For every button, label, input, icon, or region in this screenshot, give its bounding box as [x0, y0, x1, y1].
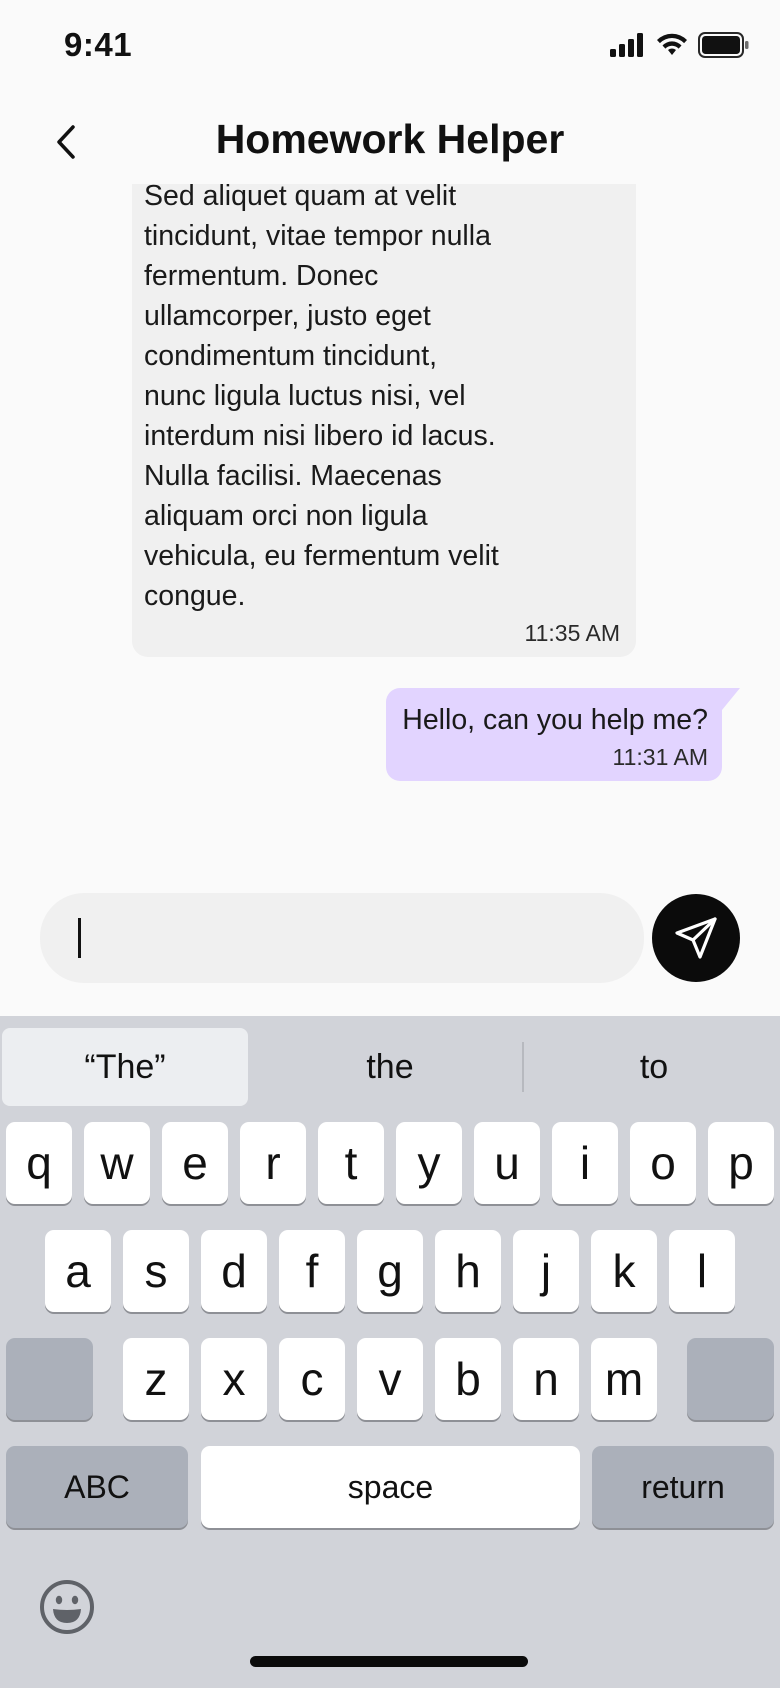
- wifi-icon: [657, 33, 687, 55]
- key-t[interactable]: t: [318, 1122, 384, 1204]
- key-v[interactable]: v: [357, 1338, 423, 1420]
- chat-area[interactable]: consectetur adipiscing elit. Sed aliquet…: [0, 184, 780, 874]
- message-input[interactable]: [40, 893, 644, 983]
- received-message-bubble: consectetur adipiscing elit. Sed aliquet…: [132, 184, 636, 657]
- key-c[interactable]: c: [279, 1338, 345, 1420]
- key-b[interactable]: b: [435, 1338, 501, 1420]
- key-u[interactable]: u: [474, 1122, 540, 1204]
- key-m[interactable]: m: [591, 1338, 657, 1420]
- sent-message-text: Hello, can you help me?: [402, 704, 708, 736]
- abc-key[interactable]: ABC: [6, 1446, 188, 1528]
- page-title: Homework Helper: [215, 116, 565, 162]
- return-key[interactable]: return: [592, 1446, 774, 1528]
- key-s[interactable]: s: [123, 1230, 189, 1312]
- received-message-text: consectetur adipiscing elit. Sed aliquet…: [144, 184, 499, 612]
- bubble-tail: [722, 688, 740, 710]
- suggestion-2[interactable]: the: [262, 1028, 518, 1106]
- key-p[interactable]: p: [708, 1122, 774, 1204]
- key-n[interactable]: n: [513, 1338, 579, 1420]
- key-r[interactable]: r: [240, 1122, 306, 1204]
- header: Homework Helper: [0, 100, 780, 184]
- status-bar: 9:41: [0, 0, 780, 92]
- suggestion-divider: [522, 1042, 524, 1092]
- key-k[interactable]: k: [591, 1230, 657, 1312]
- send-icon: [675, 917, 717, 959]
- received-message-time: 11:35 AM: [524, 620, 620, 646]
- sent-message-bubble: Hello, can you help me? 11:31 AM: [386, 688, 740, 781]
- shift-key[interactable]: [6, 1338, 93, 1420]
- send-button[interactable]: [652, 894, 740, 982]
- sent-message-time: 11:31 AM: [612, 744, 708, 770]
- key-y[interactable]: y: [396, 1122, 462, 1204]
- key-x[interactable]: x: [201, 1338, 267, 1420]
- key-d[interactable]: d: [201, 1230, 267, 1312]
- key-q[interactable]: q: [6, 1122, 72, 1204]
- key-z[interactable]: z: [123, 1338, 189, 1420]
- key-e[interactable]: e: [162, 1122, 228, 1204]
- key-i[interactable]: i: [552, 1122, 618, 1204]
- space-key[interactable]: space: [201, 1446, 580, 1528]
- key-a[interactable]: a: [45, 1230, 111, 1312]
- home-indicator: [250, 1656, 528, 1667]
- delete-key[interactable]: [687, 1338, 774, 1420]
- suggestion-1[interactable]: “The”: [2, 1028, 248, 1106]
- suggestion-3[interactable]: to: [528, 1028, 780, 1106]
- key-h[interactable]: h: [435, 1230, 501, 1312]
- emoji-icon: [40, 1580, 94, 1634]
- keyboard: “The” the to q w e r t y u i o p a s d f…: [0, 1016, 780, 1688]
- key-w[interactable]: w: [84, 1122, 150, 1204]
- status-icons: [610, 32, 750, 58]
- key-j[interactable]: j: [513, 1230, 579, 1312]
- text-caret: [78, 918, 81, 958]
- key-o[interactable]: o: [630, 1122, 696, 1204]
- emoji-button[interactable]: [38, 1578, 96, 1636]
- battery-icon: [698, 32, 749, 58]
- status-time: 9:41: [64, 26, 133, 63]
- key-f[interactable]: f: [279, 1230, 345, 1312]
- cellular-signal-icon: [610, 33, 643, 57]
- key-l[interactable]: l: [669, 1230, 735, 1312]
- key-g[interactable]: g: [357, 1230, 423, 1312]
